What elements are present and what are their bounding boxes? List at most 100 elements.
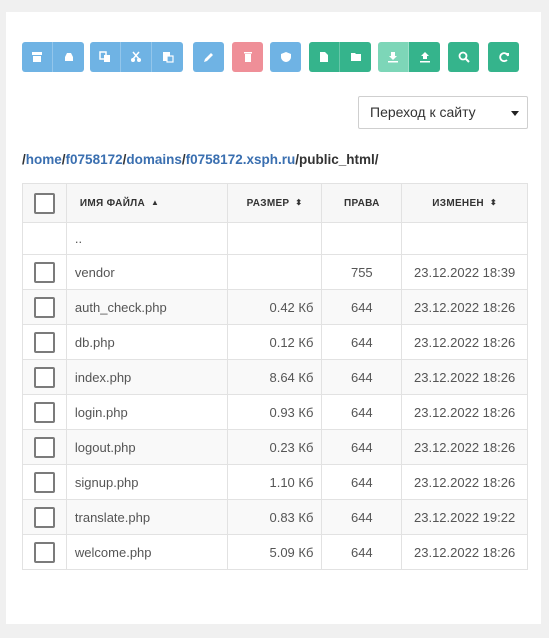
table-row[interactable]: index.php 8.64 Кб 644 23.12.2022 18:26 — [22, 359, 528, 395]
new-file-icon — [320, 52, 328, 62]
new-file-button[interactable] — [309, 42, 340, 72]
copy-button[interactable] — [90, 42, 121, 72]
file-perms-link[interactable]: 644 — [321, 534, 403, 570]
paste-button[interactable] — [152, 42, 183, 72]
cut-button[interactable] — [121, 42, 152, 72]
row-checkbox[interactable] — [33, 506, 55, 528]
table-row[interactable]: welcome.php 5.09 Кб 644 23.12.2022 18:26 — [22, 534, 528, 570]
table-cell — [22, 222, 67, 255]
file-name-link[interactable]: vendor — [65, 254, 228, 290]
file-perms-link[interactable]: 644 — [321, 324, 403, 360]
table-row[interactable]: auth_check.php 0.42 Кб 644 23.12.2022 18:26 — [22, 289, 528, 325]
archive-button[interactable] — [22, 42, 53, 72]
file-name-link[interactable]: index.php — [65, 359, 228, 395]
table-row[interactable]: signup.php 1.10 Кб 644 23.12.2022 18:26 — [22, 464, 528, 500]
parent-directory-row[interactable]: .. — [22, 222, 528, 255]
table-cell — [401, 222, 528, 255]
file-perms-link[interactable]: 644 — [321, 289, 403, 325]
create-button-group — [309, 42, 371, 72]
clipboard-button-group — [90, 42, 183, 72]
file-name-link[interactable]: auth_check.php — [65, 289, 228, 325]
column-header-size-label: Размер — [246, 197, 290, 209]
column-header-size[interactable]: Размер ⬍ — [226, 183, 323, 223]
delete-button-group — [232, 42, 263, 72]
file-name-link[interactable]: welcome.php — [65, 534, 228, 570]
file-perms-link[interactable]: 644 — [321, 394, 403, 430]
delete-button[interactable] — [232, 42, 263, 72]
column-header-name-label: Имя файла — [79, 197, 146, 209]
row-checkbox-cell — [22, 464, 67, 500]
parent-directory-link[interactable]: .. — [65, 222, 228, 255]
file-modified: 23.12.2022 18:26 — [401, 429, 528, 465]
refresh-icon — [498, 52, 509, 63]
table-row[interactable]: translate.php 0.83 Кб 644 23.12.2022 19:22 — [22, 499, 528, 535]
file-perms-link[interactable]: 644 — [321, 464, 403, 500]
upload-icon — [419, 52, 430, 63]
file-size: 0.12 Кб — [226, 324, 323, 360]
upload-button[interactable] — [409, 42, 440, 72]
copy-icon — [99, 51, 110, 62]
file-name-link[interactable]: logout.php — [65, 429, 228, 465]
row-checkbox[interactable] — [33, 436, 55, 458]
paste-icon — [162, 52, 174, 63]
file-perms-link[interactable]: 644 — [321, 429, 403, 465]
select-all-checkbox[interactable] — [33, 192, 55, 214]
file-modified: 23.12.2022 18:26 — [401, 464, 528, 500]
file-name-link[interactable]: translate.php — [65, 499, 228, 535]
file-name-link[interactable]: login.php — [65, 394, 228, 430]
table-cell — [321, 222, 403, 255]
table-row[interactable]: logout.php 0.23 Кб 644 23.12.2022 18:26 — [22, 429, 528, 465]
site-select-value: Переход к сайту — [370, 104, 476, 120]
file-name-link[interactable]: signup.php — [65, 464, 228, 500]
file-perms-link[interactable]: 755 — [321, 254, 403, 290]
breadcrumb-separator: / — [374, 152, 379, 167]
search-button[interactable] — [448, 42, 479, 72]
row-checkbox[interactable] — [33, 541, 55, 563]
file-name-link[interactable]: db.php — [65, 324, 228, 360]
table-header-row: Имя файла ▲ Размер ⬍ Права Изменен ⬍ — [22, 183, 528, 223]
row-checkbox[interactable] — [33, 261, 55, 283]
drive-button[interactable] — [53, 42, 84, 72]
column-header-modified[interactable]: Изменен ⬍ — [401, 183, 528, 223]
breadcrumb-current: public_html — [298, 152, 375, 167]
archive-button-group — [22, 42, 84, 72]
pencil-icon — [203, 53, 213, 62]
sort-icon: ⬍ — [489, 198, 497, 208]
file-modified: 23.12.2022 18:26 — [401, 394, 528, 430]
column-header-perms: Права — [321, 183, 403, 223]
row-checkbox[interactable] — [33, 366, 55, 388]
file-modified: 23.12.2022 18:26 — [401, 289, 528, 325]
file-perms-link[interactable]: 644 — [321, 499, 403, 535]
file-modified: 23.12.2022 18:26 — [401, 324, 528, 360]
row-checkbox[interactable] — [33, 401, 55, 423]
refresh-button-group — [488, 42, 519, 72]
row-checkbox-cell — [22, 499, 67, 535]
file-perms-link[interactable]: 644 — [321, 359, 403, 395]
column-header-name[interactable]: Имя файла ▲ — [65, 183, 228, 223]
rename-button[interactable] — [193, 42, 224, 72]
file-size — [226, 254, 323, 290]
refresh-button[interactable] — [488, 42, 519, 72]
drive-icon — [64, 53, 73, 61]
breadcrumb: /home/f0758172/domains/f0758172.xsph.ru/… — [22, 152, 379, 167]
breadcrumb-domain[interactable]: f0758172.xsph.ru — [186, 152, 296, 167]
file-size: 0.83 Кб — [226, 499, 323, 535]
table-row[interactable]: db.php 0.12 Кб 644 23.12.2022 18:26 — [22, 324, 528, 360]
shield-icon — [280, 52, 291, 62]
permissions-button-group — [270, 42, 301, 72]
row-checkbox[interactable] — [33, 296, 55, 318]
table-row[interactable]: vendor 755 23.12.2022 18:39 — [22, 254, 528, 290]
column-header-perms-label: Права — [344, 197, 380, 209]
breadcrumb-domains[interactable]: domains — [126, 152, 182, 167]
breadcrumb-home[interactable]: home — [26, 152, 62, 167]
file-size: 0.23 Кб — [226, 429, 323, 465]
new-folder-button[interactable] — [340, 42, 371, 72]
row-checkbox-cell — [22, 429, 67, 465]
row-checkbox[interactable] — [33, 331, 55, 353]
permissions-button[interactable] — [270, 42, 301, 72]
site-select[interactable]: Переход к сайту — [358, 96, 528, 129]
row-checkbox[interactable] — [33, 471, 55, 493]
download-button[interactable] — [378, 42, 409, 72]
table-row[interactable]: login.php 0.93 Кб 644 23.12.2022 18:26 — [22, 394, 528, 430]
breadcrumb-user[interactable]: f0758172 — [66, 152, 123, 167]
